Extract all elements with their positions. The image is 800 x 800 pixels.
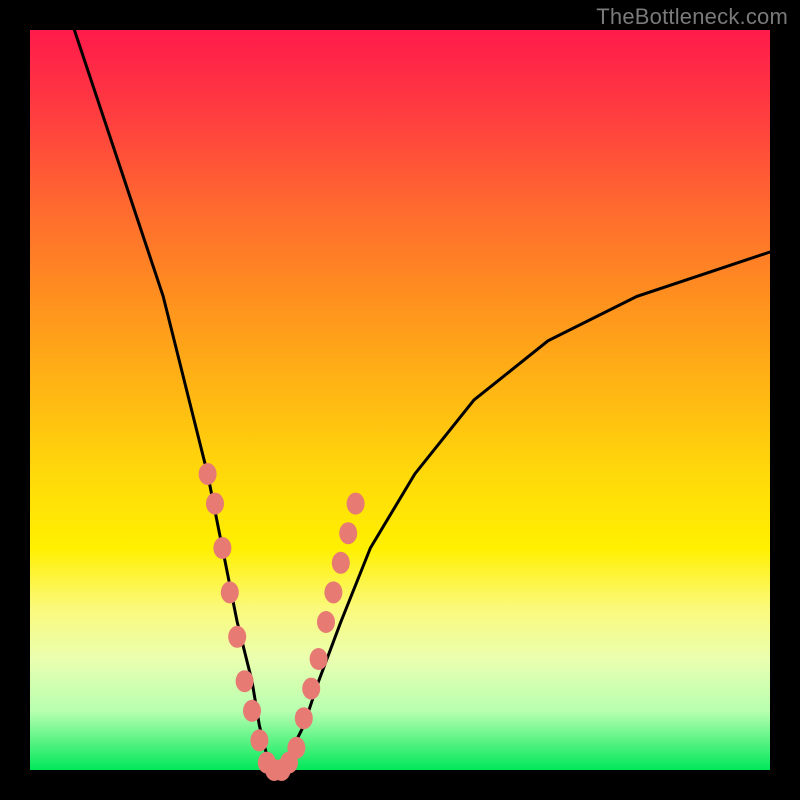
marker-bead (250, 729, 268, 751)
marker-bead (295, 707, 313, 729)
marker-bead (339, 522, 357, 544)
marker-bead (332, 552, 350, 574)
marker-bead (213, 537, 231, 559)
marker-bead (199, 463, 217, 485)
marker-bead (302, 678, 320, 700)
marker-bead (317, 611, 335, 633)
marker-bead (347, 493, 365, 515)
marker-bead (236, 670, 254, 692)
marker-bead (243, 700, 261, 722)
chart-svg (30, 30, 770, 770)
marker-bead (221, 581, 239, 603)
marker-bead (324, 581, 342, 603)
watermark-text: TheBottleneck.com (596, 4, 788, 30)
curve-right-branch (274, 252, 770, 770)
marker-bead (310, 648, 328, 670)
marker-bead (228, 626, 246, 648)
curve-left-branch (74, 30, 274, 770)
marker-bead (287, 737, 305, 759)
marker-bead (206, 493, 224, 515)
plot-area (30, 30, 770, 770)
